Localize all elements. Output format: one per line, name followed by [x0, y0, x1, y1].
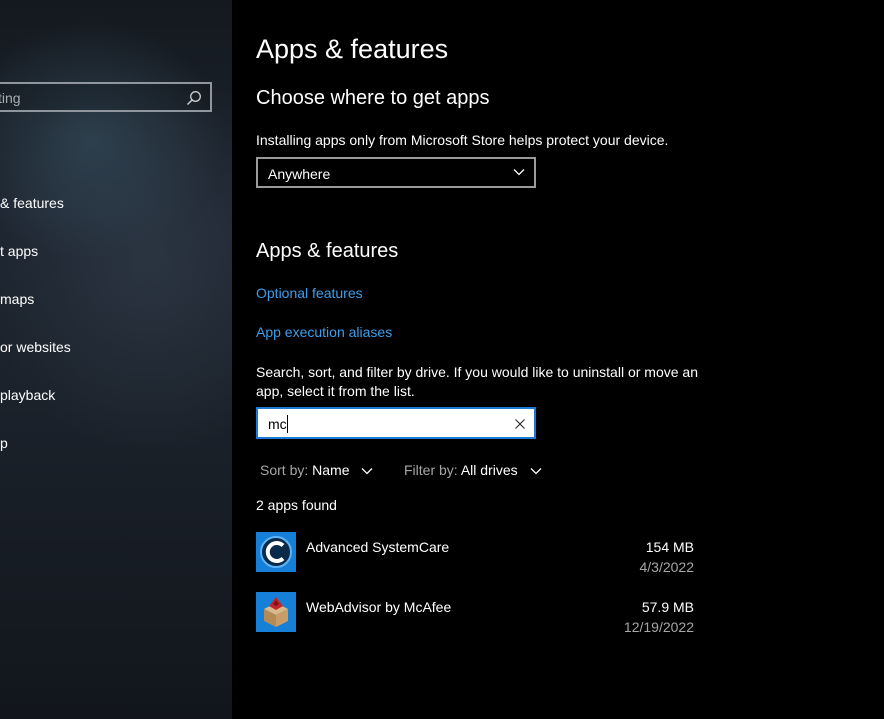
app-install-date: 4/3/2022 — [639, 559, 695, 575]
chevron-down-icon — [530, 468, 541, 475]
nav-item-apps-features[interactable]: & features — [0, 195, 64, 211]
app-install-date: 12/19/2022 — [623, 619, 694, 635]
sort-label: Sort by: — [260, 462, 309, 478]
nav-item-offline-maps[interactable]: maps — [0, 291, 34, 307]
app-execution-aliases-link[interactable]: App execution aliases — [256, 324, 392, 340]
dropdown-value: Anywhere — [268, 166, 331, 182]
optional-features-link[interactable]: Optional features — [256, 285, 363, 301]
chevron-down-icon — [361, 468, 373, 475]
nav-item-apps-for-websites[interactable]: or websites — [0, 339, 71, 355]
app-name: WebAdvisor by McAfee — [306, 599, 452, 615]
app-size: 154 MB — [645, 539, 694, 555]
app-list-item[interactable]: WebAdvisor by McAfee 57.9 MB 12/19/2022 — [256, 592, 696, 635]
nav-item-video-playback[interactable]: playback — [0, 387, 55, 403]
app-list-item[interactable]: Advanced SystemCare 154 MB 4/3/2022 — [256, 532, 696, 575]
app-name: Advanced SystemCare — [306, 539, 450, 555]
advanced-systemcare-icon — [256, 532, 296, 572]
filter-by-dropdown[interactable]: Filter by: All drives — [404, 462, 542, 478]
app-search-input[interactable]: mc — [256, 407, 536, 439]
search-icon[interactable] — [186, 90, 202, 106]
sort-value: Name — [312, 462, 350, 478]
nav-item-startup[interactable]: p — [0, 435, 8, 451]
apps-found-count: 2 apps found — [256, 497, 337, 513]
main-content: Apps & features Choose where to get apps… — [232, 0, 884, 719]
choose-where-heading: Choose where to get apps — [256, 87, 490, 109]
chevron-down-icon — [513, 169, 525, 176]
nav-item-default-apps[interactable]: t apps — [0, 243, 38, 259]
search-placeholder: ting — [0, 90, 21, 106]
app-source-dropdown[interactable]: Anywhere — [256, 157, 536, 188]
page-title: Apps & features — [256, 34, 449, 64]
text-caret — [287, 415, 288, 433]
search-input-value: mc — [268, 416, 287, 432]
clear-icon[interactable] — [515, 419, 525, 429]
webadvisor-icon — [256, 592, 296, 632]
apps-features-heading: Apps & features — [256, 240, 399, 262]
filter-label: Filter by: — [404, 462, 458, 478]
find-setting-search-box[interactable]: ting — [0, 82, 212, 112]
filter-value: All drives — [460, 462, 518, 478]
navigation-pane: ting & features t apps maps or websites … — [0, 0, 232, 719]
sort-by-dropdown[interactable]: Sort by: Name — [260, 462, 373, 478]
store-protection-description: Installing apps only from Microsoft Stor… — [256, 132, 669, 148]
app-size: 57.9 MB — [641, 599, 694, 615]
search-instructions: Search, sort, and filter by drive. If yo… — [256, 364, 698, 399]
